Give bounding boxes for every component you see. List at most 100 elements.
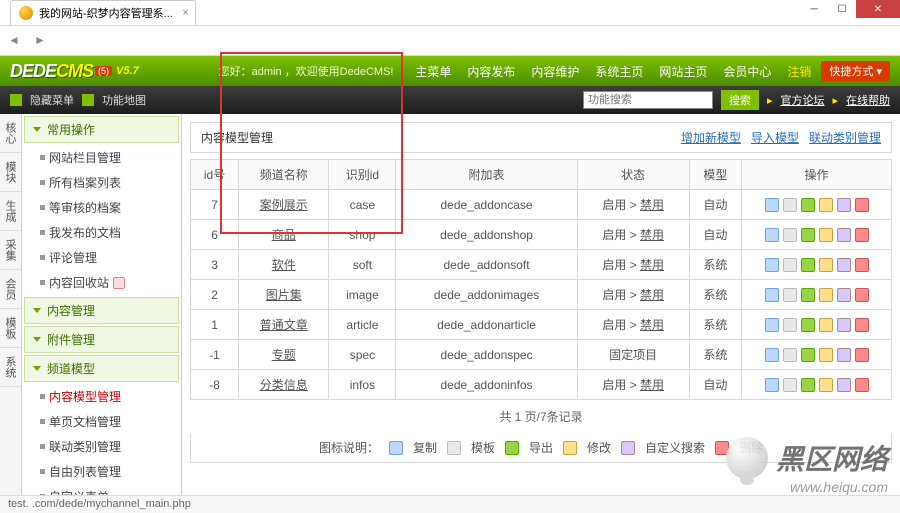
field-icon[interactable] — [837, 348, 851, 362]
vtab-module[interactable]: 模块 — [0, 153, 21, 192]
sidebar-item[interactable]: 等审核的档案 — [22, 195, 181, 220]
cell-name[interactable]: 普通文章 — [239, 310, 329, 340]
action-add-model[interactable]: 增加新模型 — [681, 129, 741, 146]
cell-status[interactable]: 启用 > 禁用 — [577, 190, 689, 220]
sidebar-group-header[interactable]: 常用操作 — [24, 116, 179, 143]
copy-icon[interactable] — [765, 228, 779, 242]
cell-name[interactable]: 案例展示 — [239, 190, 329, 220]
vtab-template[interactable]: 模板 — [0, 309, 21, 348]
window-close-button[interactable]: ✕ — [856, 0, 900, 18]
nav-logout[interactable]: 注销 — [781, 61, 817, 82]
sidebar-item[interactable]: 内容回收站 — [22, 270, 181, 295]
delete-icon[interactable] — [855, 198, 869, 212]
template-icon[interactable] — [783, 288, 797, 302]
cell-name[interactable]: 图片集 — [239, 280, 329, 310]
delete-icon[interactable] — [855, 228, 869, 242]
delete-icon[interactable] — [855, 318, 869, 332]
window-maximize-button[interactable]: ☐ — [828, 0, 856, 18]
back-icon[interactable]: ◄ — [8, 33, 24, 49]
template-icon[interactable] — [783, 318, 797, 332]
vtab-system[interactable]: 系统 — [0, 348, 21, 387]
nav-member[interactable]: 会员中心 — [717, 61, 777, 82]
template-icon[interactable] — [783, 348, 797, 362]
vtab-core[interactable]: 核心 — [0, 114, 21, 153]
tab-close-icon[interactable]: × — [182, 7, 188, 19]
action-linkage-mgmt[interactable]: 联动类别管理 — [809, 129, 881, 146]
field-icon[interactable] — [837, 288, 851, 302]
sidebar-item[interactable]: 所有档案列表 — [22, 170, 181, 195]
edit-icon[interactable] — [819, 288, 833, 302]
export-icon[interactable] — [801, 378, 815, 392]
export-icon[interactable] — [801, 288, 815, 302]
sitemap-link[interactable]: 功能地图 — [102, 92, 146, 108]
sidebar-item[interactable]: 评论管理 — [22, 245, 181, 270]
edit-icon[interactable] — [819, 378, 833, 392]
cell-status[interactable]: 启用 > 禁用 — [577, 250, 689, 280]
vtab-member[interactable]: 会员 — [0, 270, 21, 309]
copy-icon[interactable] — [765, 348, 779, 362]
field-icon[interactable] — [837, 228, 851, 242]
cell-status[interactable]: 固定项目 — [577, 340, 689, 370]
nav-publish[interactable]: 内容发布 — [461, 61, 521, 82]
cell-name[interactable]: 商品 — [239, 220, 329, 250]
browser-tab[interactable]: 我的网站-织梦内容管理系... × — [10, 0, 196, 25]
sidebar-item[interactable]: 内容模型管理 — [22, 384, 181, 409]
cell-name[interactable]: 分类信息 — [239, 370, 329, 400]
copy-icon[interactable] — [765, 288, 779, 302]
nav-sitehome[interactable]: 网站主页 — [653, 61, 713, 82]
field-icon[interactable] — [837, 198, 851, 212]
field-icon[interactable] — [837, 378, 851, 392]
forward-icon[interactable]: ► — [34, 33, 50, 49]
edit-icon[interactable] — [819, 348, 833, 362]
copy-icon[interactable] — [765, 378, 779, 392]
nav-syshome[interactable]: 系统主页 — [589, 61, 649, 82]
copy-icon[interactable] — [765, 258, 779, 272]
field-icon[interactable] — [837, 258, 851, 272]
delete-icon[interactable] — [855, 348, 869, 362]
template-icon[interactable] — [783, 198, 797, 212]
edit-icon[interactable] — [819, 198, 833, 212]
copy-icon[interactable] — [765, 198, 779, 212]
forum-link[interactable]: 官方论坛 — [780, 92, 824, 108]
export-icon[interactable] — [801, 228, 815, 242]
sidebar-item[interactable]: 自定义表单 — [22, 484, 181, 495]
sidebar-group-header[interactable]: 内容管理 — [24, 297, 179, 324]
cell-status[interactable]: 启用 > 禁用 — [577, 280, 689, 310]
function-search-input[interactable] — [583, 91, 713, 109]
quick-menu[interactable]: 快捷方式 ▾ — [821, 61, 890, 81]
template-icon[interactable] — [783, 228, 797, 242]
sidebar-item[interactable]: 我发布的文档 — [22, 220, 181, 245]
cell-status[interactable]: 启用 > 禁用 — [577, 370, 689, 400]
delete-icon[interactable] — [855, 378, 869, 392]
template-icon[interactable] — [783, 378, 797, 392]
field-icon[interactable] — [837, 318, 851, 332]
sidebar-item[interactable]: 联动类别管理 — [22, 434, 181, 459]
window-minimize-button[interactable]: ─ — [800, 0, 828, 18]
hide-menu-link[interactable]: 隐藏菜单 — [30, 92, 74, 108]
vtab-make[interactable]: 生成 — [0, 192, 21, 231]
edit-icon[interactable] — [819, 258, 833, 272]
search-button[interactable]: 搜索 — [721, 90, 759, 110]
cell-name[interactable]: 软件 — [239, 250, 329, 280]
cell-name[interactable]: 专题 — [239, 340, 329, 370]
template-icon[interactable] — [783, 258, 797, 272]
sidebar-group-header[interactable]: 附件管理 — [24, 326, 179, 353]
sidebar-item[interactable]: 网站栏目管理 — [22, 145, 181, 170]
sidebar-item[interactable]: 自由列表管理 — [22, 459, 181, 484]
copy-icon[interactable] — [765, 318, 779, 332]
delete-icon[interactable] — [855, 288, 869, 302]
help-link[interactable]: 在线帮助 — [846, 92, 890, 108]
cell-status[interactable]: 启用 > 禁用 — [577, 310, 689, 340]
cell-status[interactable]: 启用 > 禁用 — [577, 220, 689, 250]
export-icon[interactable] — [801, 198, 815, 212]
nav-main[interactable]: 主菜单 — [409, 61, 457, 82]
export-icon[interactable] — [801, 348, 815, 362]
edit-icon[interactable] — [819, 228, 833, 242]
vtab-collect[interactable]: 采集 — [0, 231, 21, 270]
export-icon[interactable] — [801, 258, 815, 272]
edit-icon[interactable] — [819, 318, 833, 332]
export-icon[interactable] — [801, 318, 815, 332]
nav-maintain[interactable]: 内容维护 — [525, 61, 585, 82]
action-import-model[interactable]: 导入模型 — [751, 129, 799, 146]
delete-icon[interactable] — [855, 258, 869, 272]
